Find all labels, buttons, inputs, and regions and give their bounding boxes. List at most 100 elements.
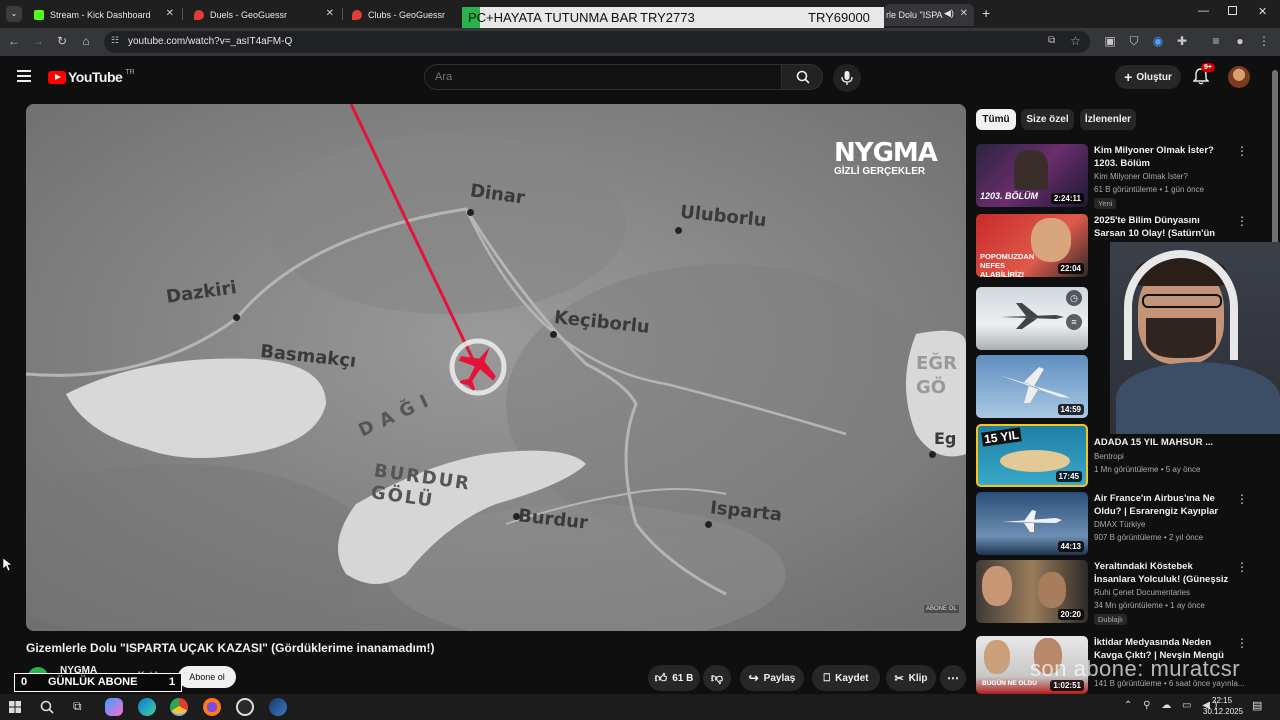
save-button[interactable]: ⎕ Kaydet [812,665,880,691]
rec-title[interactable]: Kim Milyoner Olmak İster? 1203. Bölüm [1094,144,1234,170]
more-vertical-icon[interactable]: ⋮ [1236,214,1248,228]
youtube-header: YouTube TR + Oluştur 9+ [0,56,1280,98]
obs-icon[interactable] [236,698,254,716]
watch-later-icon[interactable]: ◷ [1066,290,1082,306]
more-horizontal-icon: ⋯ [947,671,959,685]
video-thumbnail[interactable]: 44:13 [976,492,1088,555]
rec-title[interactable]: 2025'te Bilim Dünyasını Sarsan 10 Olay! … [1094,214,1234,241]
more-vertical-icon[interactable]: ⋮ [1236,492,1248,506]
tab-label: rle Dolu "ISPA [886,10,943,20]
like-count: 61 B [672,672,694,684]
video-player[interactable]: Dinar Uluborlu Dazkiri Keçiborlu Basmakç… [26,104,966,631]
thumbs-up-icon: 👍︎ [654,670,668,685]
recommendation-item[interactable]: 20:20 Yeraltındaki Köstebek İnsanlara Yo… [976,560,1272,625]
chip-all[interactable]: Tümü [976,109,1016,130]
rec-meta: 34 Mn görüntüleme • 1 ay önce [1094,601,1205,610]
video-thumbnail[interactable]: ◷ ≡ [976,287,1088,350]
youtube-wordmark: YouTube [68,69,123,85]
rec-title[interactable]: ADADA 15 YIL MAHSUR ... [1094,436,1234,449]
clock-time[interactable]: 22:15 [1212,696,1232,705]
video-thumbnail[interactable]: 20:20 [976,560,1088,623]
close-icon[interactable]: ✕ [960,8,968,19]
back-icon[interactable]: ← [6,34,22,48]
share-button[interactable]: ↪ Paylaş [740,665,804,691]
chip-for-you[interactable]: Size özel [1021,109,1074,130]
search-box[interactable] [424,64,782,90]
steam-icon[interactable] [269,698,287,716]
reload-icon[interactable]: ↻ [54,34,70,48]
more-vertical-icon[interactable]: ⋮ [1236,560,1248,574]
notification-center-icon[interactable]: ▤ [1252,699,1262,712]
extension-icon[interactable]: ▣ [1102,34,1118,48]
speaker-icon[interactable]: ◀) [944,8,954,19]
video-thumbnail[interactable]: 15 YIL 17:45 [976,424,1088,487]
close-window-button[interactable]: ✕ [1258,5,1267,18]
banner-target-amount: TRY69000 [808,10,870,25]
recommendation-item[interactable]: 44:13 Air France'ın Airbus'ına Ne Oldu? … [976,492,1272,556]
youtube-play-icon [48,70,66,84]
youtube-logo[interactable]: YouTube TR [48,69,135,85]
search-button[interactable] [781,64,823,90]
bookmark-star-icon[interactable]: ☆ [1070,34,1081,48]
task-view-icon[interactable]: ⧉ [73,699,82,714]
more-vertical-icon[interactable]: ⋮ [1236,636,1248,650]
rec-title[interactable]: Yeraltındaki Köstebek İnsanlara Yolculuk… [1094,560,1234,587]
clip-button[interactable]: ✂ Klip [886,665,936,691]
daily-count-right: 1 [169,676,176,688]
chip-watched[interactable]: İzlenenler [1080,109,1136,130]
dislike-button[interactable]: 👎︎ [703,665,731,691]
site-info-icon[interactable]: ☷ [111,35,119,46]
forward-icon[interactable]: → [30,34,46,48]
rec-channel[interactable]: Bentropi [1094,452,1124,461]
more-vertical-icon[interactable]: ⋮ [1236,144,1248,158]
thumb-text: BUGÜN NE OLDU [982,680,1037,687]
windows-start-icon[interactable] [9,701,21,713]
tab-kick-dashboard[interactable]: Stream - Kick Dashboard ✕ [26,4,180,26]
more-actions-button[interactable]: ⋯ [940,665,966,691]
clock-date[interactable]: 30.12.2025 [1203,707,1243,716]
add-to-queue-icon[interactable]: ≡ [1066,314,1082,330]
chip-label: Size özel [1026,114,1069,125]
address-bar[interactable]: ☷ youtube.com/watch?v=_asIT4aFM-Q ⧉ ☆ [104,31,1090,53]
restore-button[interactable] [1228,6,1237,15]
notifications-button[interactable]: 9+ [1192,63,1215,90]
avatar[interactable] [1228,66,1250,88]
firefox-icon[interactable] [203,698,221,716]
video-thumbnail[interactable]: 14:59 [976,355,1088,418]
search-input[interactable] [425,65,781,89]
video-thumbnail[interactable]: 1203. BÖLÜM 2:24:11 [976,144,1088,207]
minimize-button[interactable]: — [1198,5,1209,17]
tab-youtube-video[interactable]: rle Dolu "ISPA ◀) ✕ [884,4,974,26]
puzzle-icon[interactable]: ✚ [1174,34,1190,48]
tab-clubs-geoguessr[interactable]: Clubs - GeoGuessr [344,4,464,26]
copilot-icon[interactable] [105,698,123,716]
home-icon[interactable]: ⌂ [78,34,94,48]
recommendation-item[interactable]: 1203. BÖLÜM 2:24:11 Kim Milyoner Olmak İ… [976,144,1272,209]
search-icon[interactable] [40,700,54,714]
install-icon[interactable]: ⧉ [1048,35,1055,46]
page-scrollbar[interactable] [1272,70,1278,246]
tab-search-icon[interactable]: ⌄ [6,6,22,22]
voice-search-button[interactable] [833,64,861,92]
video-thumbnail[interactable]: POPOMUZDAN NEFES ALABİLİRİZ! 22:04 [976,214,1088,277]
chrome-icon[interactable] [170,698,188,716]
like-button[interactable]: 👍︎ 61 B [648,665,700,691]
kick-icon [34,10,44,20]
close-icon[interactable]: ✕ [326,8,334,19]
rec-title[interactable]: Air France'ın Airbus'ına Ne Oldu? | Esra… [1094,492,1234,518]
new-tab-button[interactable]: + [982,5,990,21]
extension-icon[interactable]: ◉ [1150,34,1166,48]
profile-icon[interactable]: ● [1232,34,1248,48]
rec-channel[interactable]: DMAX Türkiye [1094,520,1145,529]
close-icon[interactable]: ✕ [166,8,174,19]
subscribe-tooltip[interactable]: Abone ol [178,666,236,688]
menu-kebab-icon[interactable]: ⋮ [1256,34,1272,48]
hamburger-menu-icon[interactable] [17,70,31,82]
media-icon[interactable]: ≡ [1208,34,1224,48]
shield-icon[interactable]: ⛉ [1126,34,1142,49]
rec-channel[interactable]: Kim Milyoner Olmak İster? [1094,172,1188,181]
create-button[interactable]: + Oluştur [1115,65,1181,89]
rec-channel[interactable]: Ruhi Çenet Documentaries [1094,588,1190,597]
edge-icon[interactable] [138,698,156,716]
tab-duels-geoguessr[interactable]: Duels - GeoGuessr ✕ [186,4,340,26]
